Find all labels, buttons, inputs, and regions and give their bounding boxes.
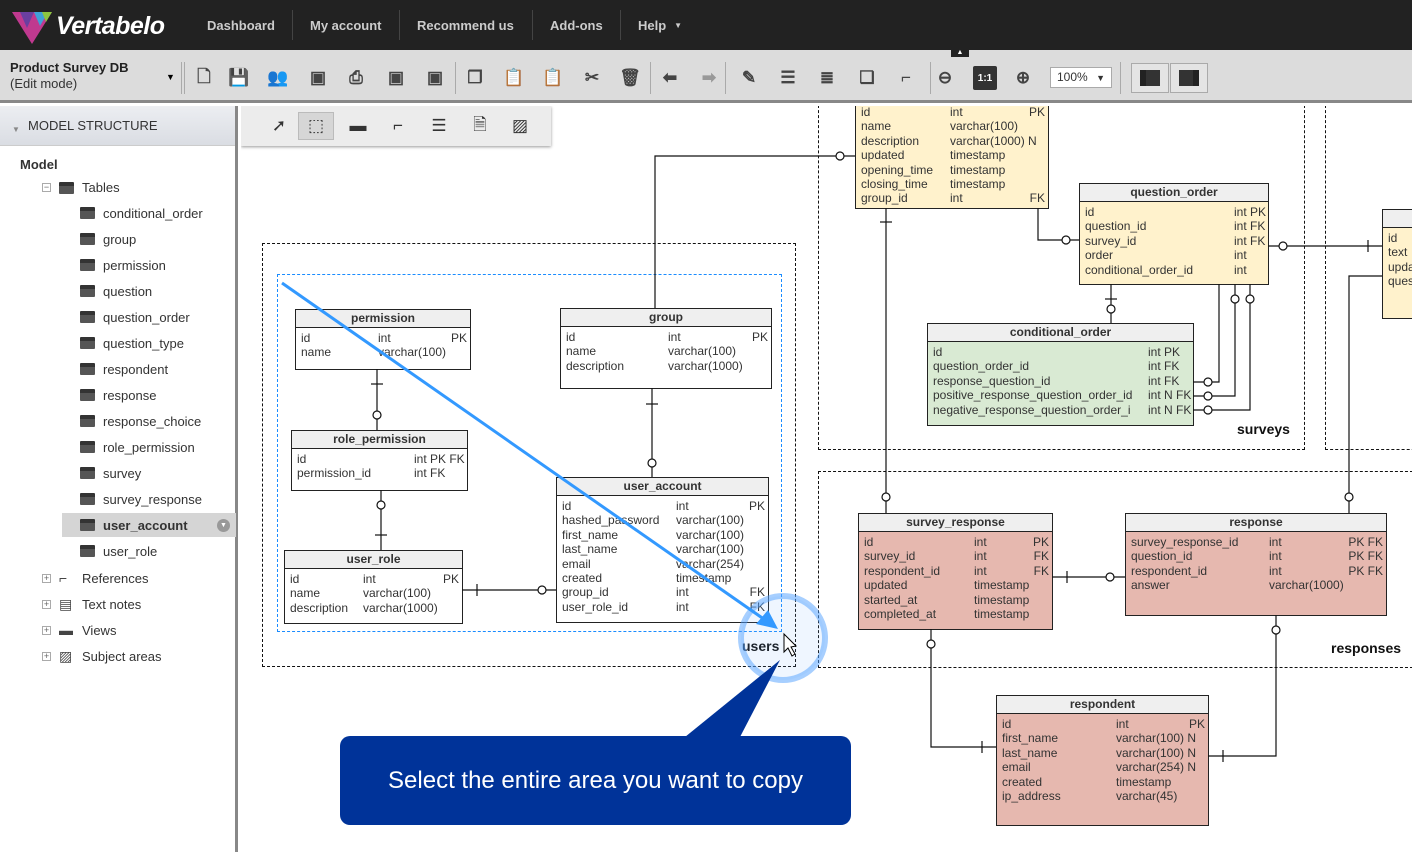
callout-text: Select the entire area you want to copy [388, 766, 803, 794]
instruction-callout: Select the entire area you want to copy [340, 736, 851, 825]
callout-pointer [685, 660, 780, 737]
